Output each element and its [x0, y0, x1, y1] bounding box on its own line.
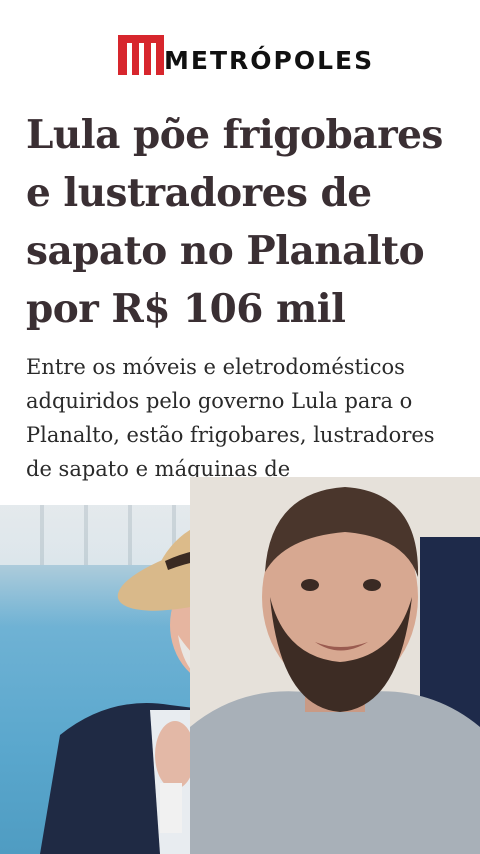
brand-name: METRÓPOLES — [164, 46, 375, 75]
commentator-figure — [190, 477, 480, 854]
article-lede: Entre os móveis e eletrodomésticos adqui… — [26, 355, 435, 481]
webcam-overlay[interactable] — [190, 477, 480, 854]
metropoles-logo-icon — [118, 35, 164, 75]
article-headline[interactable]: Lula põe frigobares e lustradores de sap… — [26, 106, 466, 338]
masthead: METRÓPOLES — [0, 30, 480, 80]
